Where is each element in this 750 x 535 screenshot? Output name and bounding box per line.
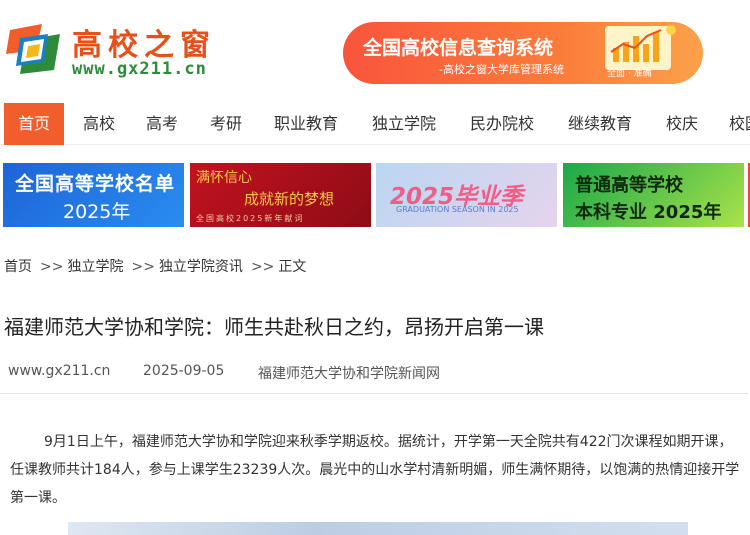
article-title: 福建师范大学协和学院：师生共赴秋日之约，昂扬开启第一课 [4,315,544,339]
logo-mark-icon [6,24,60,74]
promo-college-list[interactable]: 全国高等学校名单 2025年 [3,163,184,227]
nav-item-private[interactable]: 民办院校 [470,103,534,145]
breadcrumb-separator: >> [40,259,64,275]
article-source-site: www.gx211.cn [8,363,111,379]
nav-item-colleges[interactable]: 高校 [83,103,115,145]
nav-item-home[interactable]: 首页 [4,103,65,145]
promo-graduation-subtitle: GRADUATION SEASON IN 2025 [396,205,519,214]
promo-undergrad-line1: 普通高等学校 [575,175,683,196]
breadcrumb: 首页 >> 独立学院 >> 独立学院资讯 >> 正文 [4,256,310,276]
promo-undergrad-line2: 本科专业 2025年 [575,202,722,223]
breadcrumb-separator: >> [131,259,155,275]
logo-url: www.gx211.cn [72,59,207,79]
logo-title: 高校之窗 [72,28,216,63]
site-logo[interactable]: 高校之窗 www.gx211.cn [6,18,236,82]
main-nav: 首页 高校 高考 考研 职业教育 独立学院 民办院校 继续教育 校庆 校园 [0,103,750,145]
divider [0,393,748,394]
query-system-banner[interactable]: 全国高校信息查询系统 -高校之窗大学库管理系统 全面 · 准确 [343,22,703,84]
promo-new-year-line1: 满怀信心 [196,170,252,186]
article-source-name: 福建师范大学协和学院新闻网 [258,366,440,382]
article-date: 2025-09-05 [143,363,225,379]
article-image [68,522,688,535]
promo-undergrad-majors[interactable]: 普通高等学校 本科专业 2025年 [563,163,744,227]
nav-item-gaokao[interactable]: 高考 [146,103,178,145]
article-body: 9月1日上午，福建师范大学协和学院迎来秋季学期返校。据统计，开学第一天全院共有4… [10,434,740,506]
promo-graduation-season[interactable]: 2025毕业季 GRADUATION SEASON IN 2025 [376,163,557,227]
breadcrumb-current: 正文 [278,259,307,275]
nav-item-independent[interactable]: 独立学院 [372,103,436,145]
promo-new-year-line3: 全国高校2025新年献词 [196,214,305,223]
nav-item-kaoyan[interactable]: 考研 [210,103,242,145]
nav-item-vocational[interactable]: 职业教育 [274,103,338,145]
promo-new-year-message[interactable]: 满怀信心 成就新的梦想 全国高校2025新年献词 [190,163,371,227]
promo-college-list-year: 2025年 [63,201,131,223]
breadcrumb-independent[interactable]: 独立学院 [67,259,123,275]
nav-item-campus[interactable]: 校园 [729,103,750,145]
site-header: 高校之窗 www.gx211.cn 全国高校信息查询系统 -高校之窗大学库管理系… [0,0,750,100]
promo-banners: 全国高等学校名单 2025年 满怀信心 成就新的梦想 全国高校2025新年献词 … [0,163,750,229]
promo-college-list-title: 全国高等学校名单 [15,173,176,195]
breadcrumb-news[interactable]: 独立学院资讯 [159,259,243,275]
nav-item-continuing[interactable]: 继续教育 [568,103,632,145]
nav-item-anniversary[interactable]: 校庆 [666,103,698,145]
banner-ad-tag: 全面 · 准确 [607,69,652,79]
breadcrumb-separator: >> [250,259,275,275]
promo-new-year-line2: 成就新的梦想 [244,190,335,208]
banner-ad-title: 全国高校信息查询系统 [363,37,554,59]
breadcrumb-home[interactable]: 首页 [4,259,32,275]
banner-ad-subtitle: -高校之窗大学库管理系统 [439,63,564,76]
